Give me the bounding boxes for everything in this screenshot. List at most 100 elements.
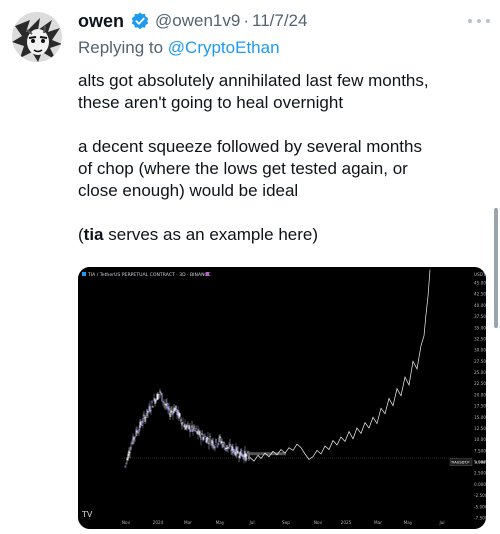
candle-body [202, 436, 204, 440]
candle-body [139, 421, 141, 428]
candle-body [208, 442, 210, 445]
candle-body [239, 451, 241, 458]
price-tick-label: 22.5000 [474, 381, 486, 386]
candle-body [226, 445, 228, 450]
price-tick-label: 7.5000 [474, 448, 486, 453]
candle-body [157, 394, 159, 400]
candle-body [158, 394, 160, 395]
candle-body [216, 445, 218, 447]
candle-body [161, 393, 163, 402]
candle-body [228, 446, 230, 449]
candle-body [175, 405, 177, 410]
candle-body [242, 454, 244, 457]
scrollbar[interactable] [494, 208, 498, 328]
candle-body [248, 455, 250, 460]
price-tick-label: -2.5000 [474, 493, 486, 498]
date-tick-label: May [404, 520, 413, 525]
date-tick-label: Nov [122, 520, 131, 525]
candle-body [232, 447, 234, 454]
price-tick-label: 30.0000 [474, 348, 486, 353]
ticker-tia: tia [83, 225, 104, 244]
candle-body [193, 425, 195, 430]
candle-body [196, 431, 198, 434]
candle-body [243, 454, 245, 460]
candle-body [205, 438, 207, 443]
post-line: (tia serves as an example here) [78, 225, 319, 244]
price-tick-label: 12.5000 [474, 426, 486, 431]
candle-body [194, 430, 196, 431]
candle-body [164, 403, 166, 405]
reply-handle-link[interactable]: @CryptoEthan [168, 38, 280, 57]
candle-body [237, 450, 239, 454]
date-tick-label: Nov [314, 520, 323, 525]
candle-body [187, 423, 189, 424]
candle-body [190, 430, 192, 432]
candle-body [150, 409, 152, 412]
candle-body [189, 426, 191, 433]
candle-body [143, 414, 145, 416]
avatar[interactable] [12, 12, 62, 62]
price-tick-label: 32.5000 [474, 336, 486, 341]
candle-body [154, 399, 156, 404]
price-tag-value: 4.9887 [475, 460, 486, 464]
post-date[interactable]: 11/7/24 [252, 11, 307, 31]
candle-body [191, 425, 193, 429]
candle-body [177, 409, 179, 416]
candle-body [172, 411, 174, 415]
candle-body [159, 390, 161, 394]
date-tick-label: Sep [282, 520, 290, 525]
candle-body [147, 411, 149, 413]
candle-body [203, 436, 205, 440]
more-icon[interactable] [468, 12, 490, 30]
separator-dot: · [243, 11, 249, 30]
candle-body [125, 462, 127, 464]
candle-body [235, 446, 237, 457]
candle-body [144, 416, 146, 422]
price-tick-label: 45.0000 [474, 281, 486, 286]
candle-body [169, 413, 171, 417]
candle-body [127, 454, 129, 460]
candle-body [155, 399, 157, 403]
candle-body [245, 453, 247, 461]
price-tag-symbol: TIAUSDT.P [450, 460, 470, 464]
candle-body [213, 445, 215, 449]
post-line: these aren't going to heal overnight [78, 93, 344, 112]
candle-body [168, 406, 170, 411]
price-tick-label: 15.0000 [474, 415, 486, 420]
candle-body [217, 443, 219, 446]
chart-image[interactable]: TIA / TetherUS PERPETUAL CONTRACT · 3D ·… [78, 267, 486, 529]
date-tick-label: 2024 [153, 520, 164, 525]
candle-body [209, 436, 211, 438]
post-line: a decent squeeze followed by several mon… [78, 137, 422, 156]
author-handle[interactable]: @owen1v9 [155, 11, 240, 31]
price-tick-label: 27.5000 [474, 359, 486, 364]
candle-body [126, 458, 128, 461]
price-tick-label: -5.0000 [474, 504, 486, 509]
candle-body [231, 445, 233, 451]
candle-body [233, 449, 235, 452]
candle-body [129, 451, 131, 454]
candle-body [124, 465, 126, 467]
verified-badge-icon [130, 11, 150, 31]
candle-body [133, 437, 135, 440]
candle-body [181, 422, 183, 426]
candle-body [138, 428, 140, 433]
price-tick-label: 20.0000 [474, 392, 486, 397]
author-name[interactable]: owen [78, 11, 124, 32]
candle-body [184, 423, 186, 430]
date-tick-label: Jul [248, 520, 254, 525]
price-chart: TIA / TetherUS PERPETUAL CONTRACT · 3D ·… [78, 267, 486, 529]
candle-body [206, 437, 208, 443]
candle-body [142, 418, 144, 424]
candle-body [156, 393, 158, 401]
candle-body [225, 447, 227, 449]
candle-body [230, 450, 232, 452]
candle-body [186, 424, 188, 428]
candle-body [195, 428, 197, 430]
candle-body [134, 436, 136, 438]
candle-body [192, 428, 194, 433]
candle-body [137, 432, 139, 434]
candle-body [227, 447, 229, 449]
candle-body [178, 412, 180, 419]
candle-body [132, 435, 134, 444]
